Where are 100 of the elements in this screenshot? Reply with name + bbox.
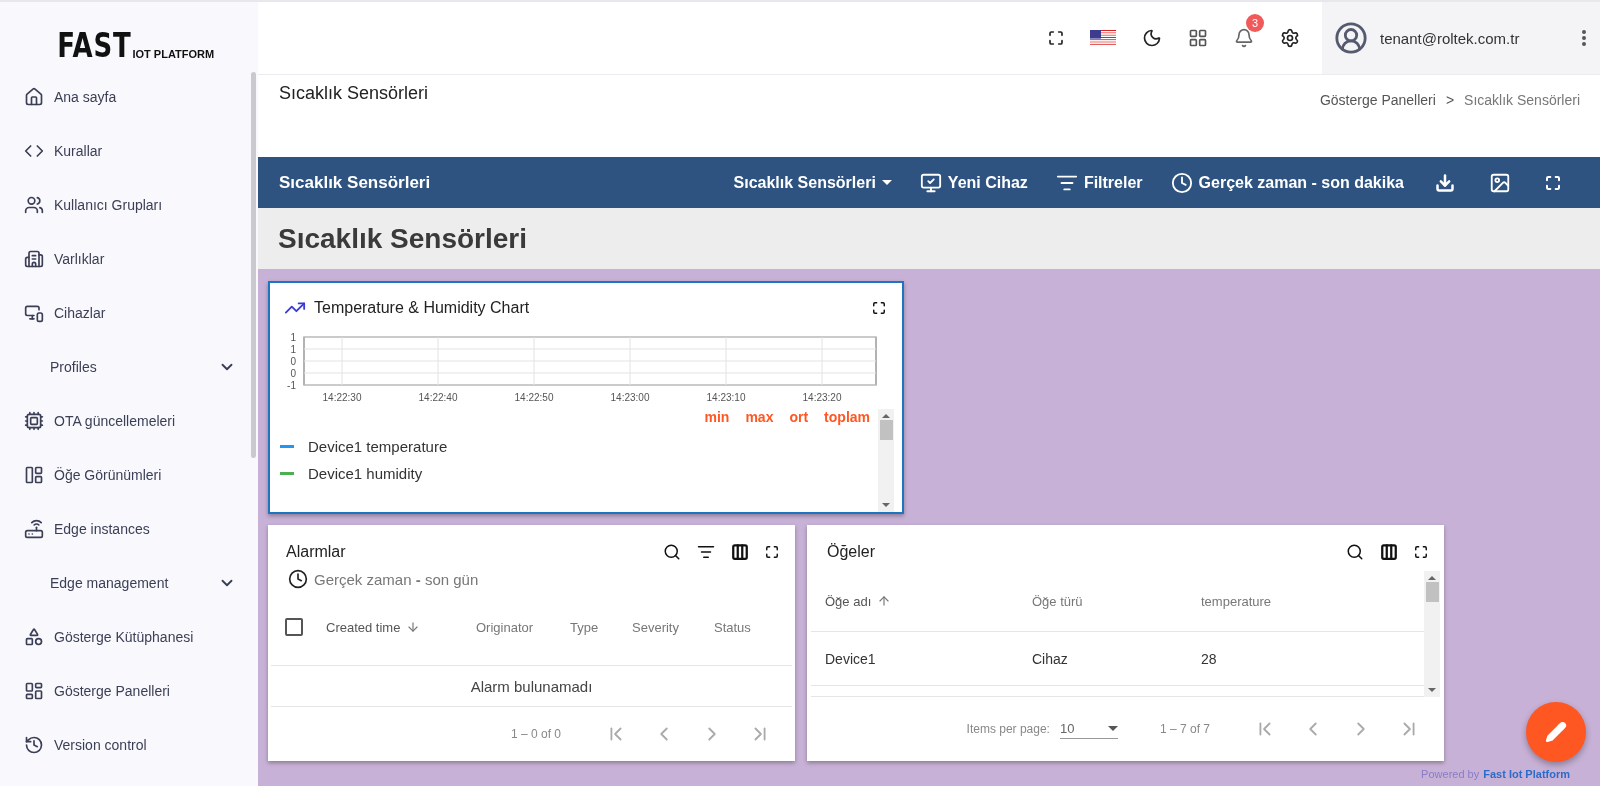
breadcrumb-current: Sıcaklık Sensörleri (1464, 92, 1580, 110)
breadcrumb-separator: > (1445, 92, 1455, 110)
shapes-icon (24, 627, 44, 647)
legend-header: toplam (824, 409, 870, 425)
column-header[interactable]: Type (570, 619, 599, 635)
columns-icon (1380, 543, 1398, 561)
new-device-button[interactable]: Yeni Cihaz (905, 171, 1042, 194)
column-header[interactable]: Severity (632, 619, 679, 635)
y-tick-label: 1 (290, 344, 296, 355)
column-header[interactable]: Öğe adı (825, 593, 872, 609)
pencil-icon (1545, 721, 1567, 743)
y-tick-label: -1 (287, 380, 296, 391)
scrollbar[interactable] (1424, 571, 1440, 697)
people-icon (24, 195, 44, 215)
scrollbar[interactable] (878, 409, 894, 512)
bell-icon (1234, 28, 1254, 48)
table-row[interactable]: Device1 Cihaz 28 (811, 632, 1424, 686)
x-tick-label: 14:23:10 (706, 392, 746, 403)
sidebar-item[interactable]: Version control (0, 718, 258, 772)
caret-icon (881, 180, 892, 185)
sidebar-group[interactable]: Profiles (0, 340, 258, 394)
powered-by-text: Powered by (1421, 768, 1480, 780)
widget-title: Öğeler (827, 543, 877, 561)
column-header[interactable]: temperature (1201, 593, 1272, 609)
table-cell-text: Device1 (825, 650, 877, 667)
scrollbar-thumb[interactable] (251, 72, 256, 458)
settings-icon (1280, 28, 1300, 48)
legend-label: Device1 humidity (308, 465, 423, 482)
legend-label: Device1 temperature (308, 438, 448, 455)
select-all-checkbox[interactable] (285, 618, 303, 636)
sidebar-item[interactable]: Ana sayfa (0, 70, 258, 124)
notification-badge: 3 (1246, 14, 1264, 32)
filter-icon (697, 543, 715, 561)
moon-icon (1142, 28, 1162, 48)
x-tick-label: 14:22:50 (514, 392, 554, 403)
table-cell-text: 28 (1201, 650, 1218, 667)
router-icon (24, 519, 44, 539)
devices-icon (919, 171, 942, 194)
legend-header: ort (789, 409, 809, 425)
image-icon (1489, 171, 1511, 194)
y-tick-label: 0 (290, 356, 296, 367)
timewindow-button[interactable]: Gerçek zaman - son dakika (1156, 171, 1418, 194)
timewindow-label: Gerçek zaman - son gün (314, 570, 479, 588)
fullscreen-icon (1048, 30, 1064, 46)
column-header[interactable]: Status (714, 619, 751, 635)
fullscreen-icon (765, 545, 779, 559)
user-email: tenant@roltek.com.tr (1380, 29, 1521, 47)
table-cell-text: Cihaz (1032, 650, 1069, 667)
clock-icon (288, 569, 308, 589)
sidebar-item[interactable]: Edge instances (0, 502, 258, 556)
fullscreen-icon (872, 301, 886, 315)
x-tick-label: 14:22:40 (418, 392, 458, 403)
sidebar-group[interactable]: Edge management (0, 556, 258, 610)
layout-icon (24, 465, 44, 485)
sidebar-item[interactable]: Cihazlar (0, 286, 258, 340)
fullscreen-icon (1545, 174, 1561, 191)
search-icon (1346, 543, 1364, 561)
items-per-page-label: Items per page: (966, 722, 1050, 736)
fullscreen-icon (1414, 545, 1428, 559)
devices-icon (24, 303, 44, 323)
chip-icon (24, 411, 44, 431)
page-range: 1 – 7 of 7 (1159, 722, 1210, 736)
dashboard-title: Sıcaklık Sensörleri (278, 222, 528, 255)
grid-icon (1188, 28, 1208, 48)
widget-title: Alarmlar (286, 543, 347, 561)
more-icon (1582, 30, 1586, 46)
sidebar-item[interactable]: Gösterge Kütüphanesi (0, 610, 258, 664)
sidebar-item[interactable]: OTA güncellemeleri (0, 394, 258, 448)
flag-icon (1090, 30, 1116, 46)
clock-icon (1170, 171, 1193, 194)
dashboard-icon (24, 681, 44, 701)
widget-title: Temperature & Humidity Chart (314, 299, 531, 317)
legend-header: max (745, 409, 774, 425)
x-tick-label: 14:22:30 (322, 392, 362, 403)
state-select[interactable]: Sıcaklık Sensörleri (719, 173, 906, 192)
column-header[interactable]: Created time (326, 619, 401, 635)
download-icon (1435, 172, 1455, 193)
y-tick-label: 0 (290, 368, 296, 379)
home-icon (24, 87, 44, 107)
sidebar-item[interactable]: Kurallar (0, 124, 258, 178)
empty-message: Alarm bulunamadı (271, 666, 792, 707)
sidebar-item[interactable]: Öğe Görünümleri (0, 448, 258, 502)
avatar-icon (1334, 21, 1368, 55)
building-icon (24, 249, 44, 269)
filters-button[interactable]: Filtreler (1041, 171, 1157, 194)
legend-header: min (704, 409, 730, 425)
page-title: Sıcaklık Sensörleri (279, 83, 429, 105)
column-header[interactable]: Öğe türü (1032, 593, 1083, 609)
sidebar-item[interactable]: Kullanıcı Grupları (0, 178, 258, 232)
caret-icon (1107, 726, 1118, 731)
sidebar-item[interactable]: Gösterge Panelleri (0, 664, 258, 718)
column-header[interactable]: Originator (476, 619, 534, 635)
y-tick-label: 1 (290, 332, 296, 343)
breadcrumb-link[interactable]: Gösterge Panelleri (1319, 92, 1436, 157)
dashboard-name: Sıcaklık Sensörleri (279, 172, 432, 193)
columns-icon (731, 543, 749, 561)
x-tick-label: 14:23:00 (610, 392, 650, 403)
page-range: 1 – 0 of 0 (510, 727, 561, 741)
sidebar-item[interactable]: Varlıklar (0, 232, 258, 286)
items-per-page-select[interactable]: 10 (1059, 719, 1118, 739)
